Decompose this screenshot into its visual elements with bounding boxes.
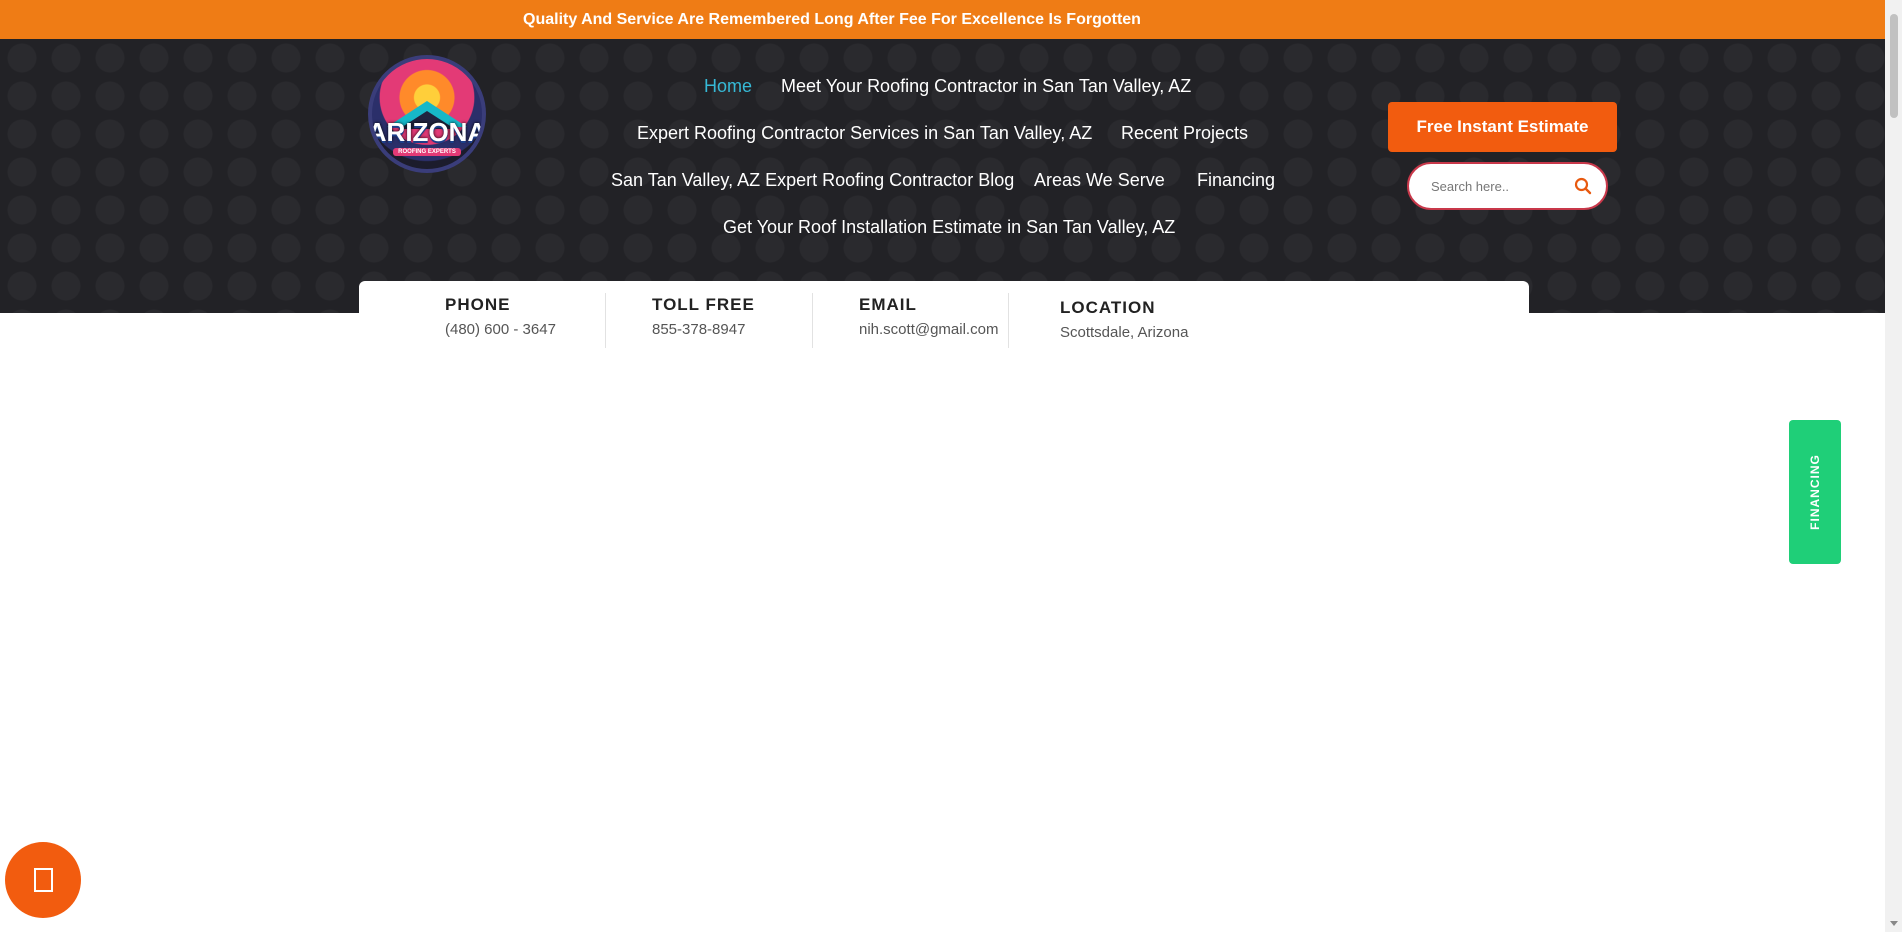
contact-divider: [812, 293, 813, 348]
contact-info-card: PHONE (480) 600 - 3647 TOLL FREE 855-378…: [359, 281, 1529, 360]
free-instant-estimate-button[interactable]: Free Instant Estimate: [1388, 102, 1617, 152]
contact-tollfree: TOLL FREE 855-378-8947: [652, 295, 755, 338]
contact-tollfree-value[interactable]: 855-378-8947: [652, 321, 755, 338]
nav-financing[interactable]: Financing: [1197, 170, 1275, 191]
chat-button[interactable]: [5, 842, 81, 918]
contact-email-label: EMAIL: [859, 295, 917, 314]
nav-recent-projects[interactable]: Recent Projects: [1121, 123, 1248, 144]
tagline: Quality And Service Are Remembered Long …: [523, 10, 1141, 28]
contact-location: LOCATION Scottsdale, Arizona: [1060, 298, 1188, 341]
contact-tollfree-label: TOLL FREE: [652, 295, 755, 314]
contact-divider: [1008, 293, 1009, 348]
nav-home[interactable]: Home: [704, 76, 752, 97]
search-icon[interactable]: [1572, 175, 1594, 197]
nav-areas-we-serve[interactable]: Areas We Serve: [1034, 170, 1165, 191]
contact-location-label: LOCATION: [1060, 298, 1156, 317]
financing-tab-label: FINANCING: [1808, 454, 1823, 530]
logo-subtext: ROOFING EXPERTS: [393, 147, 461, 156]
chat-icon: [33, 868, 53, 892]
nav-roof-estimate[interactable]: Get Your Roof Installation Estimate in S…: [723, 217, 1175, 238]
contact-phone: PHONE (480) 600 - 3647: [445, 295, 556, 338]
nav-services[interactable]: Expert Roofing Contractor Services in Sa…: [637, 123, 1092, 144]
search-box: [1407, 162, 1608, 210]
site-logo[interactable]: ARIZONA ROOFING EXPERTS: [368, 55, 486, 173]
top-announcement-bar: Quality And Service Are Remembered Long …: [0, 0, 1885, 39]
contact-email-value[interactable]: nih.scott@gmail.com: [859, 321, 998, 338]
page-scrollbar[interactable]: [1885, 0, 1902, 932]
search-input[interactable]: [1431, 178, 1571, 194]
scroll-down-arrow-icon[interactable]: [1890, 921, 1898, 926]
logo-text: ARIZONA: [368, 116, 486, 147]
financing-side-tab[interactable]: FINANCING: [1789, 420, 1841, 564]
contact-email: EMAIL nih.scott@gmail.com: [859, 295, 998, 338]
contact-phone-label: PHONE: [445, 295, 511, 314]
contact-phone-value[interactable]: (480) 600 - 3647: [445, 321, 556, 338]
nav-blog[interactable]: San Tan Valley, AZ Expert Roofing Contra…: [611, 170, 1014, 191]
contact-location-value: Scottsdale, Arizona: [1060, 324, 1189, 341]
scrollbar-thumb[interactable]: [1890, 14, 1898, 118]
nav-meet-contractor[interactable]: Meet Your Roofing Contractor in San Tan …: [781, 76, 1191, 97]
contact-divider: [605, 293, 606, 348]
